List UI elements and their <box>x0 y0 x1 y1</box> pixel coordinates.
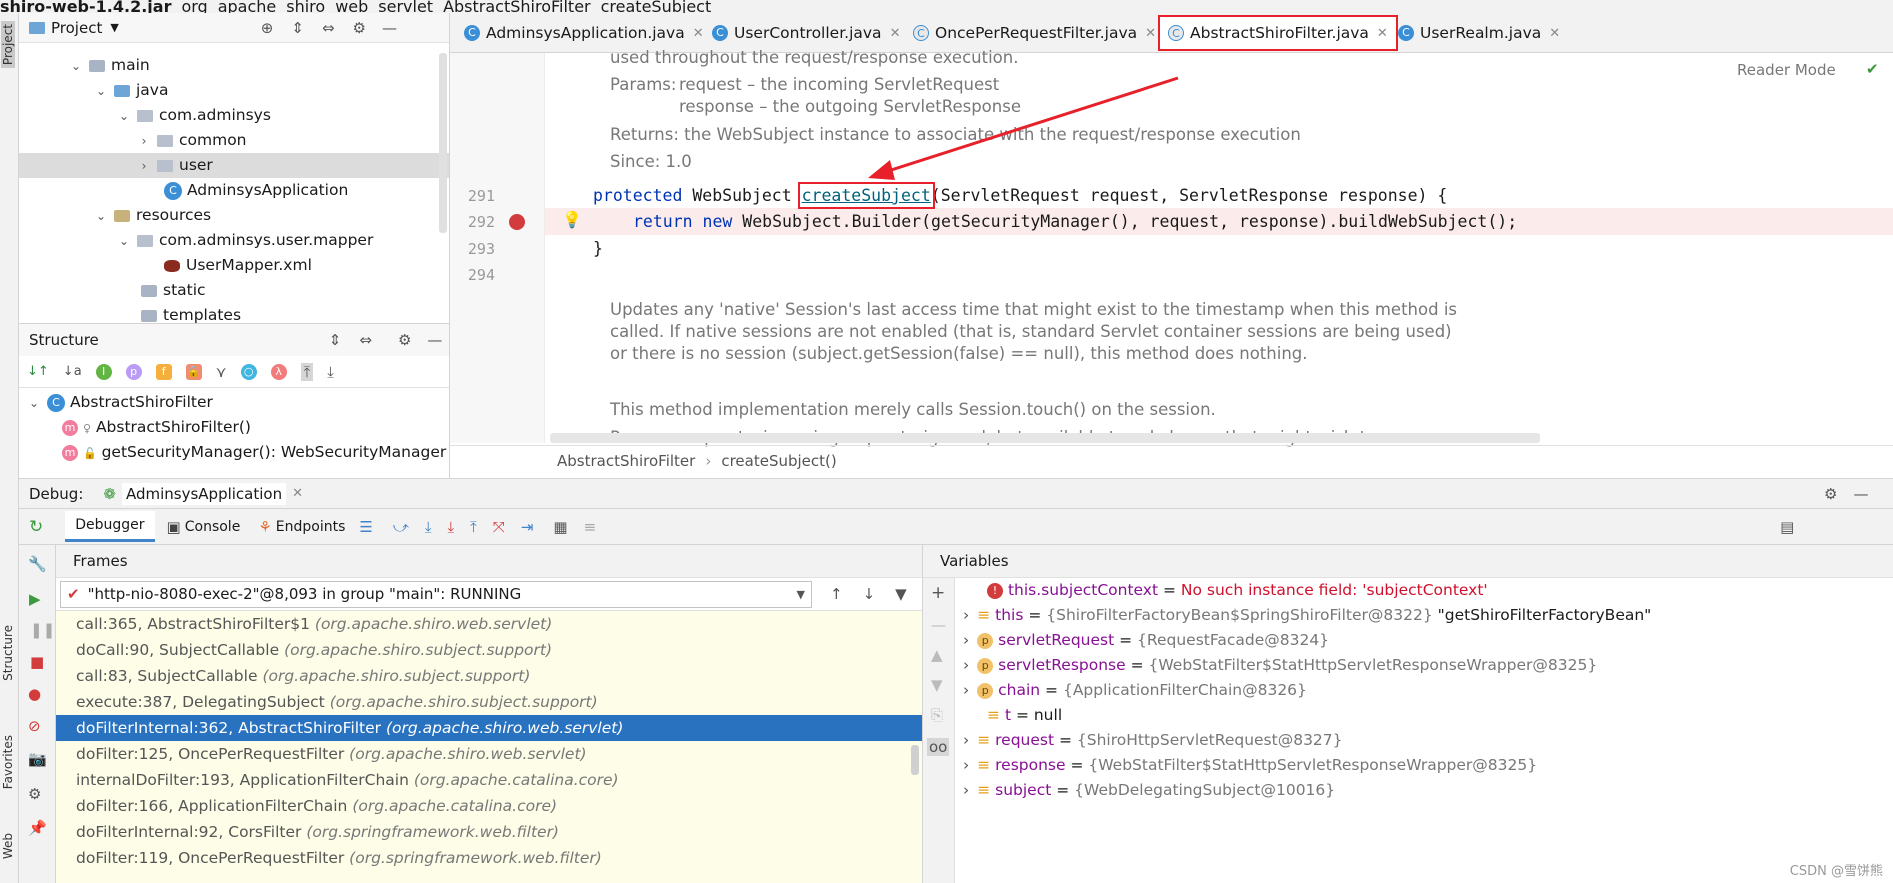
variable-row[interactable]: › p servletRequest = {RequestFacade@8324} <box>963 628 1329 653</box>
up-arrow-icon[interactable]: ↑ <box>830 585 843 603</box>
chevron-right-icon: › <box>705 451 712 470</box>
variable-row[interactable]: › ≡ request = {ShiroHttpServletRequest@83… <box>963 728 1343 753</box>
thread-label: "http-nio-8080-exec-2"@8,093 in group "m… <box>87 585 522 603</box>
chevron-down-icon: ▼ <box>796 587 805 601</box>
frame-row[interactable]: call:365, AbstractShiroFilter$1 (org.apa… <box>56 611 922 637</box>
chevron-right-icon[interactable]: › <box>963 731 969 749</box>
endpoints-icon: ⚘ <box>258 517 272 536</box>
pause-icon[interactable]: ❚❚ <box>30 621 55 639</box>
frame-row[interactable]: execute:387, DelegatingSubject (org.apac… <box>56 689 922 715</box>
chevron-right-icon[interactable]: › <box>963 631 969 649</box>
frames-scrollbar[interactable] <box>911 745 919 775</box>
field-icon: ≡ <box>987 706 1000 724</box>
crumb-class[interactable]: AbstractShiroFilter <box>557 446 695 476</box>
gear-icon[interactable]: ⚙ <box>1824 485 1837 503</box>
step-into-icon[interactable]: ⤓ <box>448 518 455 536</box>
evaluate-expression-icon[interactable]: ▦ <box>553 518 567 536</box>
stop-icon[interactable]: ■ <box>30 653 44 671</box>
error-icon: ! <box>987 582 1003 599</box>
variable-row[interactable]: ! this.subjectContext = No such instance… <box>987 578 1488 603</box>
debug-toolbar: ↻ Debugger ▣ Console ⚘ Endpoints ☰ ⤻ ⤓ ⤓… <box>19 509 1893 545</box>
glasses-icon[interactable]: oo <box>927 738 950 756</box>
rerun-icon[interactable]: ↻ <box>29 517 43 537</box>
step-out-icon[interactable]: ⤒ <box>470 518 477 536</box>
thread-row: ✔ "http-nio-8080-exec-2"@8,093 in group … <box>56 578 922 611</box>
field-icon: ≡ <box>977 731 991 749</box>
variable-row[interactable]: › ≡ subject = {WebDelegatingSubject@10016… <box>963 778 1335 803</box>
run-to-cursor-icon[interactable]: ⇥ <box>521 518 534 536</box>
variable-row[interactable]: › ≡ response = {WebStatFilter$StatHttpSer… <box>963 753 1537 778</box>
frame-row[interactable]: doCall:90, SubjectCallable (org.apache.s… <box>56 637 922 663</box>
menu-icon[interactable]: ☰ <box>359 518 372 536</box>
field-icon: ≡ <box>977 756 991 774</box>
debug-title-bar: Debug: ❁ AdminsysApplication ✕ ⚙ — <box>19 478 1893 509</box>
frame-row[interactable]: call:83, SubjectCallable (org.apache.shi… <box>56 663 922 689</box>
close-icon[interactable]: ✕ <box>292 486 303 501</box>
field-icon: ≡ <box>977 781 991 799</box>
check-icon: ✔ <box>67 585 80 603</box>
editor-breadcrumb: AbstractShiroFilter › createSubject() <box>450 445 1893 475</box>
variable-row[interactable]: › ≡ this = {ShiroFilterFactoryBean$Spring… <box>963 603 1651 628</box>
variables-actions: + — ▲ ▼ ⎘ oo <box>923 578 955 883</box>
view-breakpoints-icon[interactable]: ● <box>28 685 41 703</box>
debug-session-tab[interactable]: AdminsysApplication <box>121 482 287 505</box>
debug-actions: 🔧 ▶ ❚❚ ■ ● ⊘ 📷 ⚙ 📌 <box>19 545 56 883</box>
frame-row[interactable]: doFilterInternal:92, CorsFilter (org.spr… <box>56 819 922 845</box>
frame-row[interactable]: doFilter:119, OncePerRequestFilter (org.… <box>56 845 922 871</box>
show-execution-point-icon[interactable]: ⤻ <box>393 518 409 536</box>
move-up-icon[interactable]: ▲ <box>931 646 943 664</box>
frames-title: Frames <box>56 545 922 578</box>
remove-watch-icon[interactable]: — <box>931 616 946 634</box>
chevron-right-icon[interactable]: › <box>963 656 969 674</box>
crumb-method[interactable]: createSubject() <box>721 446 836 476</box>
thread-selector[interactable]: ✔ "http-nio-8080-exec-2"@8,093 in group … <box>60 580 812 608</box>
chevron-right-icon[interactable]: › <box>963 681 969 699</box>
tab-debugger[interactable]: Debugger <box>65 511 155 542</box>
variable-row[interactable]: › p servletResponse = {WebStatFilter$Stat… <box>963 653 1597 678</box>
chevron-right-icon[interactable]: › <box>963 781 969 799</box>
copy-icon[interactable]: ⎘ <box>931 706 943 724</box>
resume-icon[interactable]: ▶ <box>29 590 41 608</box>
move-down-icon[interactable]: ▼ <box>931 676 943 694</box>
chevron-right-icon[interactable]: › <box>963 756 969 774</box>
filter-icon[interactable]: ▼ <box>895 585 907 603</box>
variable-row[interactable]: ≡ t = null <box>987 703 1062 728</box>
down-arrow-icon[interactable]: ↓ <box>863 585 876 603</box>
variables-panel: Variables + — ▲ ▼ ⎘ oo ! this.subjectCon… <box>923 545 1893 883</box>
watermark: CSDN @雪饼熊 <box>1789 864 1883 879</box>
drop-frame-icon[interactable]: ⤧ <box>493 518 505 536</box>
mute-breakpoints-icon[interactable]: ⊘ <box>28 717 41 735</box>
frame-row[interactable]: doFilter:125, OncePerRequestFilter (org.… <box>56 741 922 767</box>
frames-panel: Frames ✔ "http-nio-8080-exec-2"@8,093 in… <box>56 545 923 883</box>
add-watch-icon[interactable]: + <box>931 583 945 603</box>
debug-label: Debug: <box>29 484 84 503</box>
parameter-icon: p <box>977 632 994 649</box>
settings-icon[interactable]: ⚙ <box>28 785 41 803</box>
field-icon: ≡ <box>977 606 991 624</box>
parameter-icon: p <box>977 657 994 674</box>
wrench-icon[interactable]: 🔧 <box>28 555 47 573</box>
parameter-icon: p <box>977 682 994 699</box>
pin-icon[interactable]: 📌 <box>28 819 47 837</box>
chevron-right-icon[interactable]: › <box>963 606 969 624</box>
layout-icon[interactable]: ▤ <box>1780 518 1794 536</box>
spring-boot-icon: ❁ <box>103 484 116 503</box>
step-over-icon[interactable]: ⤓ <box>425 518 432 536</box>
variables-title: Variables <box>923 545 1893 578</box>
tab-console[interactable]: Console <box>185 519 241 535</box>
camera-icon[interactable]: 📷 <box>28 750 47 768</box>
minimize-icon[interactable]: — <box>1853 485 1868 503</box>
frame-row[interactable]: doFilter:166, ApplicationFilterChain (or… <box>56 793 922 819</box>
console-icon: ▣ <box>166 517 181 536</box>
tab-endpoints[interactable]: Endpoints <box>276 519 346 535</box>
trace-stream-icon[interactable]: ≡ <box>584 518 597 536</box>
frame-row[interactable]: internalDoFilter:193, ApplicationFilterC… <box>56 767 922 793</box>
frame-row-selected[interactable]: doFilterInternal:362, AbstractShiroFilte… <box>56 715 922 741</box>
variable-row[interactable]: › p chain = {ApplicationFilterChain@8326} <box>963 678 1307 703</box>
